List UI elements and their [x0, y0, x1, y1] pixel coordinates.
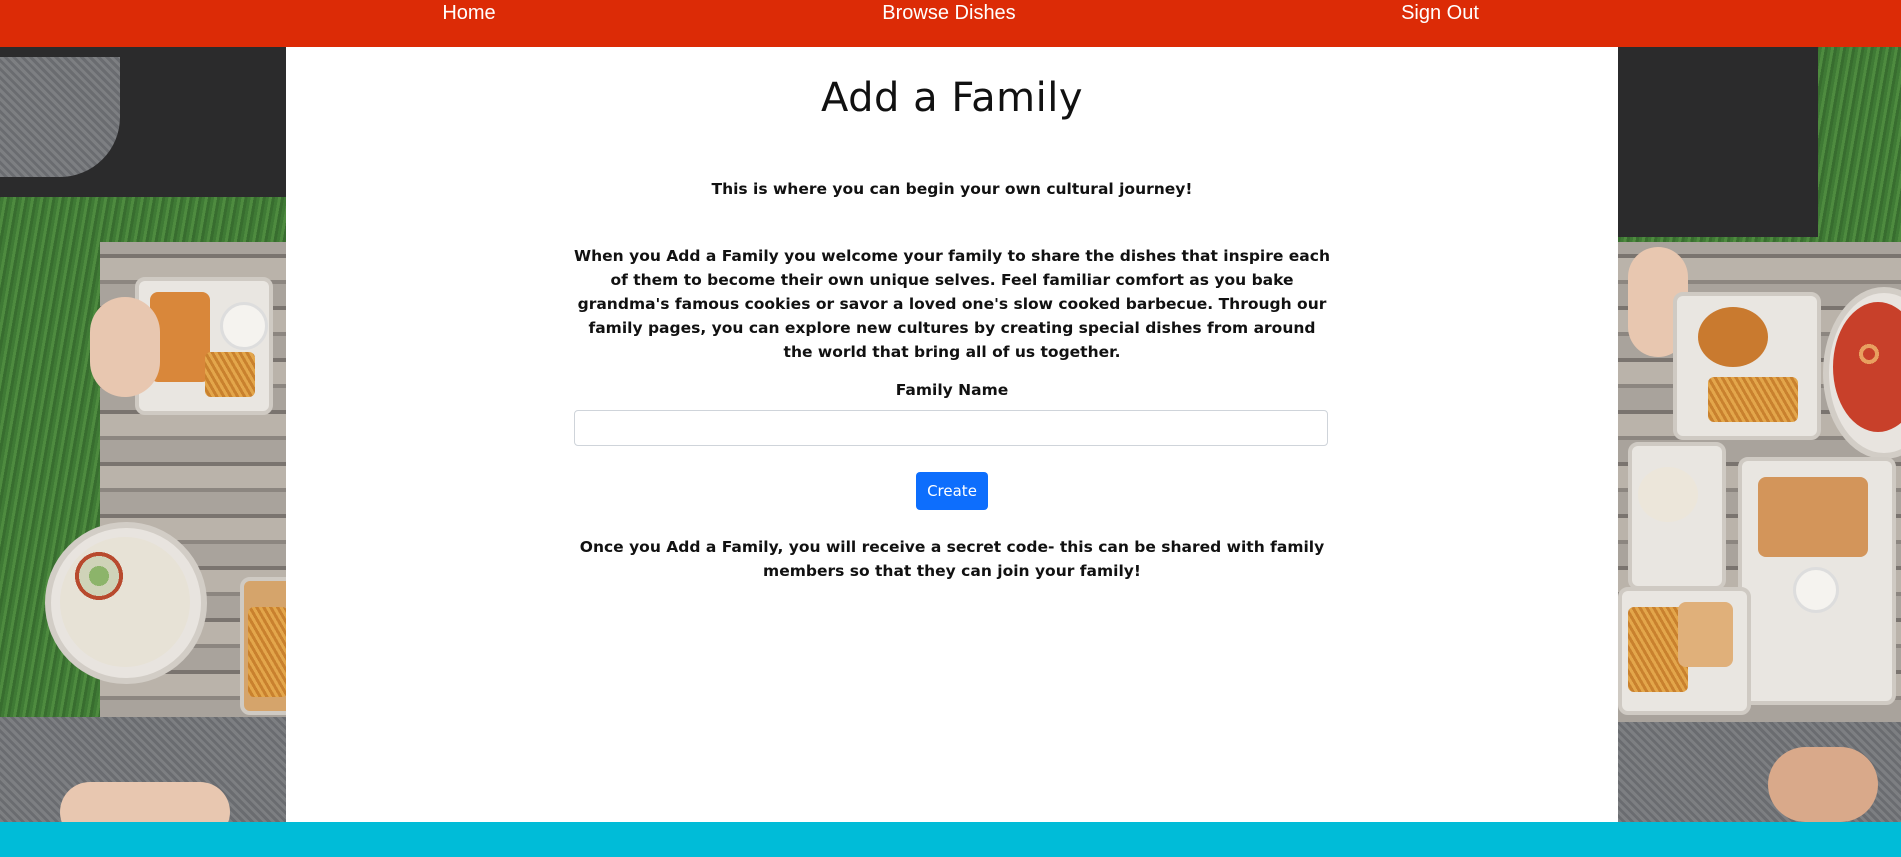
main-content: Add a Family This is where you can begin… [286, 47, 1618, 822]
background-photo-right [1618, 47, 1901, 822]
description-text: When you Add a Family you welcome your f… [574, 247, 1330, 361]
create-button[interactable]: Create [916, 472, 988, 510]
nav-link-home[interactable]: Home [442, 2, 495, 24]
family-name-input[interactable] [574, 410, 1328, 446]
nav-link-browse-dishes[interactable]: Browse Dishes [882, 2, 1015, 24]
footer-bar [0, 822, 1901, 857]
page-title-text: Add a Family [820, 75, 1084, 121]
top-navbar: Home Browse Dishes Sign Out [0, 0, 1901, 47]
background-photo-left [0, 47, 286, 822]
family-name-label: Family Name [895, 381, 1009, 399]
secret-code-note: Once you Add a Family, you will receive … [579, 538, 1325, 580]
nav-link-sign-out[interactable]: Sign Out [1401, 2, 1479, 24]
page-title: Add a Family [286, 75, 1618, 121]
intro-text: This is where you can begin your own cul… [711, 180, 1193, 198]
